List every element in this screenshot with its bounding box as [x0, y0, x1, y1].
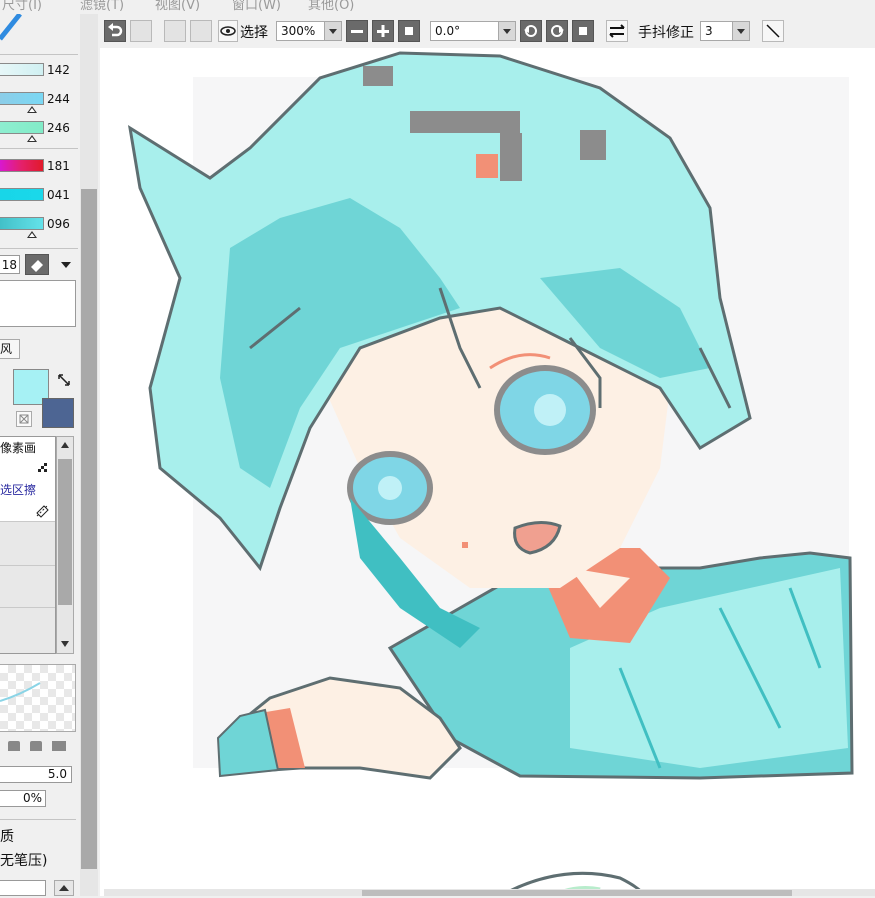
percent-field[interactable]: 0% — [0, 790, 46, 807]
chevron-down-icon[interactable] — [60, 260, 72, 270]
scroll-down-icon[interactable] — [60, 639, 70, 649]
select-label[interactable]: 选择 — [240, 22, 268, 42]
redo-icon[interactable] — [130, 20, 152, 42]
tool-item-pixel[interactable]: 像素画 — [0, 437, 55, 459]
pressure-label: 无笔压) — [0, 853, 48, 869]
slider-2-value: 244 — [47, 92, 70, 106]
stabilizer-label: 手抖修正 — [638, 25, 694, 41]
color-wheel[interactable] — [0, 14, 60, 44]
chevron-down-icon — [732, 22, 749, 40]
line-icon[interactable] — [762, 20, 784, 42]
hair-clip-pixel — [363, 66, 393, 86]
brush-density-field[interactable]: 5.0 — [0, 766, 72, 783]
brush-shape-icon[interactable] — [30, 741, 42, 751]
blank-tool-icon[interactable] — [190, 20, 212, 42]
zoom-value: 300% — [281, 24, 316, 38]
canvas-horizontal-scrollbar[interactable] — [104, 889, 875, 896]
eraser-icon[interactable] — [25, 254, 49, 275]
tool-item-label: 选区擦 — [0, 483, 37, 497]
bottom-field[interactable] — [0, 880, 46, 896]
menu-item-other[interactable]: 其他(O) — [308, 0, 354, 13]
slider-5-value: 041 — [47, 188, 70, 202]
blank-tool-icon[interactable] — [164, 20, 186, 42]
chevron-down-icon — [324, 22, 341, 40]
chevron-down-icon — [498, 22, 515, 40]
slider-4[interactable] — [0, 159, 44, 172]
rotate-right-button[interactable] — [546, 20, 568, 42]
secondary-color-swatch[interactable] — [42, 398, 74, 428]
right-eye-highlight — [534, 394, 566, 426]
hair-clip-accent — [476, 154, 498, 178]
swap-colors-icon[interactable] — [56, 372, 72, 388]
hair-clip-bar — [410, 111, 520, 133]
panel-scroll-thumb[interactable] — [81, 189, 97, 869]
transparent-color-icon[interactable] — [16, 411, 32, 427]
flip-icon[interactable] — [606, 20, 628, 42]
scroll-up-icon[interactable] — [60, 440, 70, 450]
zoom-reset-button[interactable] — [398, 20, 420, 42]
zoom-in-button[interactable] — [372, 20, 394, 42]
brush-shape-icon[interactable] — [52, 741, 66, 751]
scroll-up-icon[interactable] — [54, 880, 74, 896]
tool-list: 像素画 选区擦 — [0, 436, 56, 654]
toolbar: 选择 300% 0.0° 手抖修正 3 — [78, 16, 875, 48]
stabilizer-value: 3 — [705, 24, 713, 38]
zoom-out-button[interactable] — [346, 20, 368, 42]
tool-item-label: 像素画 — [0, 441, 37, 455]
pixel-brush-icon — [38, 463, 47, 472]
slider-1[interactable] — [0, 63, 44, 76]
rotation-select[interactable]: 0.0° — [430, 21, 516, 41]
canvas-scroll-thumb[interactable] — [362, 890, 792, 896]
slider-2-handle[interactable] — [27, 106, 37, 113]
slider-4-value: 181 — [47, 159, 70, 173]
rotate-reset-button[interactable] — [572, 20, 594, 42]
brush-shape-row — [0, 738, 76, 756]
tool-item-pixel-icon-row[interactable] — [0, 459, 55, 479]
brush-preview-box — [0, 280, 76, 327]
brush-size-field[interactable]: 18 — [0, 255, 20, 274]
layer-tab[interactable]: 风 — [0, 339, 20, 359]
canvas-area[interactable] — [100, 48, 875, 896]
panel-scrollbar[interactable] — [80, 14, 98, 896]
color-panel: 142 244 246 181 041 096 18 风 像素画 选区擦 5.0… — [0, 14, 78, 896]
hair-clip-pixel — [500, 133, 522, 181]
stabilizer-select[interactable]: 3 — [700, 21, 750, 41]
menu-item-filter[interactable]: 滤镜(T) — [80, 0, 124, 13]
slider-3[interactable] — [0, 121, 44, 134]
tool-item-select-eraser[interactable]: 选区擦 — [0, 479, 55, 501]
tool-list-scrollbar[interactable] — [56, 436, 74, 654]
undo-icon[interactable] — [104, 20, 126, 42]
tool-list-scroll-thumb[interactable] — [58, 459, 72, 605]
slider-3-handle[interactable] — [27, 135, 37, 142]
slider-1-value: 142 — [47, 63, 70, 77]
menu-item-window[interactable]: 窗口(W) — [232, 0, 281, 13]
artwork-canvas[interactable] — [100, 48, 875, 896]
eye-icon[interactable] — [218, 20, 238, 42]
brush-shape-icon[interactable] — [8, 741, 20, 751]
hair-clip-pixel — [580, 130, 606, 160]
rotate-left-button[interactable] — [520, 20, 542, 42]
slider-6-handle[interactable] — [27, 231, 37, 238]
menu-item-view[interactable]: 视图(V) — [155, 0, 200, 13]
slider-2[interactable] — [0, 92, 44, 105]
select-eraser-icon — [36, 505, 49, 518]
rotation-value: 0.0° — [435, 24, 461, 38]
nose-mark — [462, 542, 468, 548]
slider-5[interactable] — [0, 188, 44, 201]
left-eye-highlight — [378, 476, 402, 500]
brush-stroke-preview — [0, 664, 76, 732]
quality-label: 质 — [0, 829, 14, 845]
tool-item-select-eraser-icon-row[interactable] — [0, 501, 55, 521]
menubar: 尺寸(I) 滤镜(T) 视图(V) 窗口(W) 其他(O) — [0, 0, 875, 14]
slider-3-value: 246 — [47, 121, 70, 135]
slider-6-value: 096 — [47, 217, 70, 231]
zoom-select[interactable]: 300% — [276, 21, 342, 41]
menu-item-size[interactable]: 尺寸(I) — [2, 0, 42, 13]
slider-6[interactable] — [0, 217, 44, 230]
